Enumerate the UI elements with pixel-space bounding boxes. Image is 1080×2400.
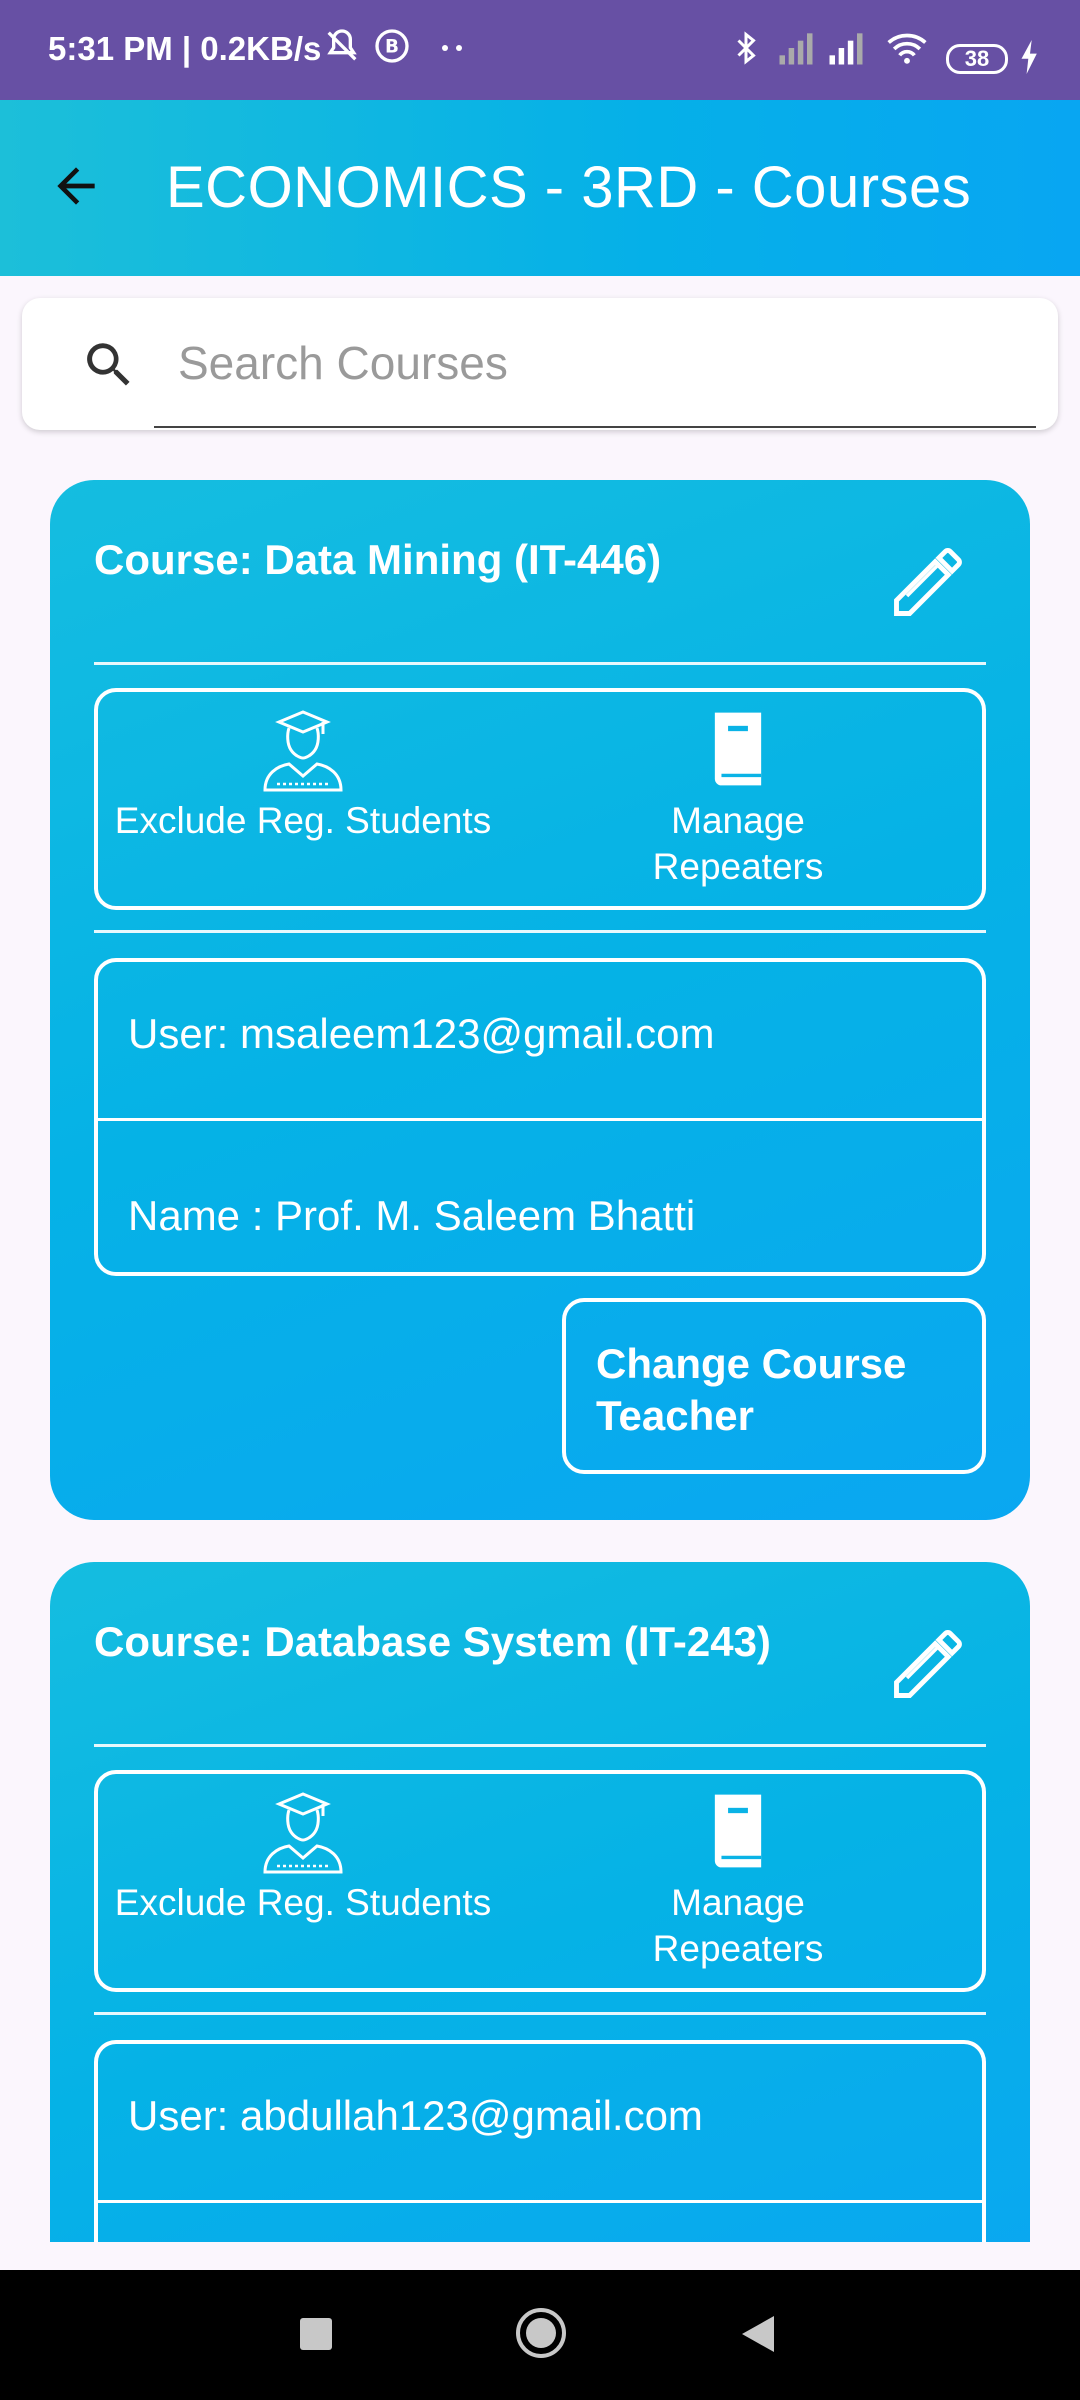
divider xyxy=(94,662,986,665)
course-card: Course: Data Mining (IT-446) Exclude Reg… xyxy=(50,480,1030,1520)
exclude-reg-students-button[interactable]: Exclude Reg. Students xyxy=(98,1788,508,1926)
repeaters-label-line2: Repeaters xyxy=(652,1928,824,1969)
signal-1-icon xyxy=(774,26,818,75)
student-graduate-icon xyxy=(98,1788,508,1880)
divider xyxy=(94,930,986,933)
svg-text:B: B xyxy=(385,37,399,58)
battery-level: 38 xyxy=(964,46,990,71)
change-teacher-label-line1: Change Course xyxy=(596,1340,907,1387)
search-input[interactable] xyxy=(176,326,1060,400)
manage-repeaters-button[interactable]: Manage Repeaters xyxy=(528,1788,948,1972)
repeaters-label-line1: Manage xyxy=(671,1882,805,1923)
exclude-label: Exclude Reg. Students xyxy=(114,1882,492,1923)
battery-indicator: 38 xyxy=(946,44,1008,74)
course-actions-box: Exclude Reg. Students Manage Repeaters xyxy=(94,1770,986,1992)
charging-icon xyxy=(1018,40,1042,79)
divider xyxy=(94,2012,986,2015)
mute-icon xyxy=(322,26,362,71)
course-title: Course: Data Mining (IT-446) xyxy=(94,536,662,583)
course-card: Course: Database System (IT-243) Exclude… xyxy=(50,1562,1030,2340)
recents-square-icon[interactable] xyxy=(298,2316,334,2357)
search-underline xyxy=(154,426,1036,428)
info-divider xyxy=(98,2200,982,2203)
wifi-icon xyxy=(884,26,930,75)
change-teacher-label-line2: Teacher xyxy=(596,1392,754,1439)
book-icon xyxy=(528,1788,948,1880)
back-arrow-icon[interactable] xyxy=(48,158,104,219)
info-divider xyxy=(98,1118,982,1121)
student-graduate-icon xyxy=(98,706,508,798)
manage-repeaters-button[interactable]: Manage Repeaters xyxy=(528,706,948,890)
exclude-reg-students-button[interactable]: Exclude Reg. Students xyxy=(98,706,508,844)
repeaters-label-line1: Manage xyxy=(671,800,805,841)
exclude-label: Exclude Reg. Students xyxy=(114,800,492,841)
more-dots-icon xyxy=(438,26,468,71)
change-course-teacher-button[interactable]: Change Course Teacher xyxy=(562,1298,986,1474)
system-nav-bar xyxy=(0,2270,1080,2400)
edit-pencil-icon[interactable] xyxy=(886,540,970,629)
course-title: Course: Database System (IT-243) xyxy=(94,1618,771,1665)
back-triangle-icon[interactable] xyxy=(740,2314,778,2359)
scroll-bottom-strip xyxy=(0,2242,1080,2270)
repeaters-label-line2: Repeaters xyxy=(652,846,824,887)
status-time: 5:31 PM | 0.2KB/s xyxy=(48,30,322,67)
search-bar xyxy=(22,298,1060,430)
signal-2-icon xyxy=(824,26,868,75)
edit-pencil-icon[interactable] xyxy=(886,1622,970,1711)
teacher-name: Name : Prof. M. Saleem Bhatti xyxy=(128,1192,696,1239)
home-circle-icon[interactable] xyxy=(514,2306,568,2365)
course-actions-box: Exclude Reg. Students Manage Repeaters xyxy=(94,688,986,910)
book-icon xyxy=(528,706,948,798)
status-bar: 5:31 PM | 0.2KB/s B 38 xyxy=(0,0,1080,100)
search-icon xyxy=(80,336,138,399)
teacher-info-box: User: msaleem123@gmail.com Name : Prof. … xyxy=(94,958,986,1276)
teacher-user-email: User: abdullah123@gmail.com xyxy=(128,2092,703,2139)
teacher-user-email: User: msaleem123@gmail.com xyxy=(128,1010,715,1057)
b-badge-icon: B xyxy=(372,26,412,71)
bluetooth-icon xyxy=(728,26,764,75)
divider xyxy=(94,1744,986,1747)
app-bar: ECONOMICS - 3RD - Courses xyxy=(0,100,1080,276)
page-title: ECONOMICS - 3RD - Courses xyxy=(166,155,972,220)
